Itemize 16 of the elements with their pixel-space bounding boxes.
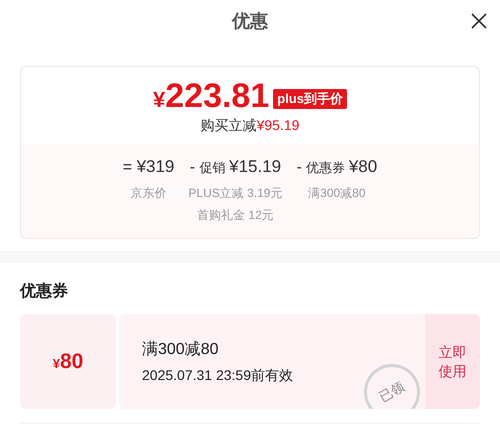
breakdown-note: 京东价 <box>130 185 167 202</box>
breakdown-amount: - 促销 ¥15.19 <box>190 156 282 178</box>
saving-text: 购买立减¥95.19 <box>200 116 300 135</box>
plus-price-badge: plus到手价 <box>273 89 347 109</box>
breakdown-note: 首购礼金 12元 <box>197 207 274 224</box>
coupon-condition: 满300减80 <box>142 340 220 360</box>
use-now-button[interactable]: 立即使用 <box>425 314 480 409</box>
section-title: 优惠券 <box>20 282 69 302</box>
final-price: ¥223.81 <box>153 79 270 113</box>
dialog-title: 优惠 <box>232 10 268 32</box>
breakdown-amount: - 优惠券 ¥80 <box>296 156 378 178</box>
breakdown-note: 满300减80 <box>308 185 366 202</box>
breakdown-amount: = ¥319 <box>122 156 174 178</box>
breakdown-note: PLUS立减 3.19元 <box>188 185 282 202</box>
coupon-amount: ¥80 <box>52 348 84 375</box>
coupon-validity: 2025.07.31 23:59前有效 <box>142 366 294 384</box>
